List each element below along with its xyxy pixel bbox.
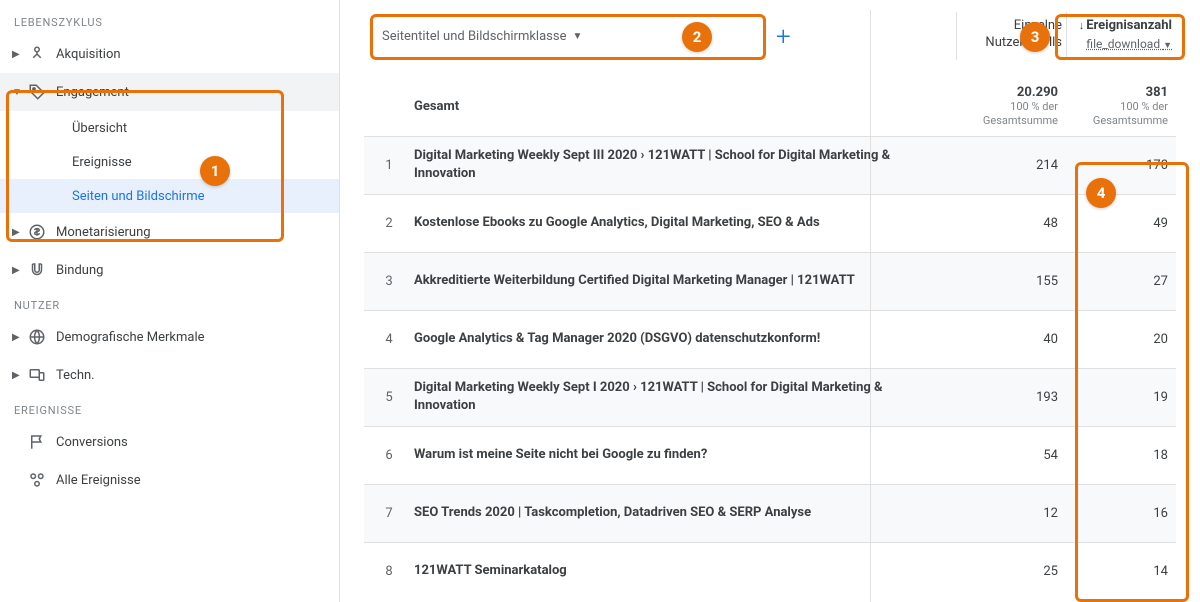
page-title-cell: Digital Marketing Weekly Sept I 2020 › 1…: [414, 371, 956, 423]
globe-icon: [28, 328, 56, 346]
page-title-cell: Warum ist meine Seite nicht bei Google z…: [414, 438, 956, 472]
scrolls-cell: 193: [956, 390, 1066, 405]
events-cell: 16: [1066, 506, 1176, 521]
rank-cell: 8: [364, 564, 414, 579]
report-main: Seitentitel und Bildschirmklasse ▼ + Ein…: [340, 0, 1200, 602]
events-cell: 27: [1066, 274, 1176, 289]
table-row[interactable]: 8121WATT Seminarkatalog2514: [364, 542, 1176, 600]
metric-name: ↓Ereignisanzahl: [1071, 18, 1172, 37]
page-title-cell: SEO Trends 2020 | Taskcompletion, Datadr…: [414, 496, 956, 530]
data-table: Gesamt 20.290 100 % der Gesamtsumme 381 …: [364, 78, 1176, 600]
scrolls-cell: 214: [956, 158, 1066, 173]
page-title-cell: Kostenlose Ebooks zu Google Analytics, D…: [414, 206, 956, 240]
sidebar-item-label: Engagement: [56, 85, 327, 100]
metric-column-events[interactable]: ↓Ereignisanzahl file_download ▼: [1066, 12, 1176, 60]
scrolls-cell: 25: [956, 564, 1066, 579]
sidebar-item-engagement[interactable]: ▼ Engagement: [0, 73, 339, 111]
add-dimension-button[interactable]: +: [766, 22, 801, 52]
page-title-cell: Digital Marketing Weekly Sept III 2020 ›…: [414, 139, 956, 191]
primary-dimension-selector[interactable]: Seitentitel und Bildschirmklasse ▼: [364, 14, 754, 60]
sidebar-item-engagement-overview[interactable]: Übersicht: [0, 111, 339, 145]
scrolls-cell: 40: [956, 332, 1066, 347]
table-row[interactable]: 2Kostenlose Ebooks zu Google Analytics, …: [364, 194, 1176, 252]
totals-label: Gesamt: [414, 90, 956, 124]
devices-icon: [28, 366, 56, 384]
primary-dimension-label: Seitentitel und Bildschirmklasse: [382, 29, 566, 44]
rank-cell: 4: [364, 332, 414, 347]
total-scrolls: 20.290 100 % der Gesamtsumme: [956, 85, 1066, 129]
rank-cell: 5: [364, 390, 414, 405]
sidebar-item-engagement-events[interactable]: Ereignisse: [0, 145, 339, 179]
table-row[interactable]: 7SEO Trends 2020 | Taskcompletion, Datad…: [364, 484, 1176, 542]
metric-column-scrolls[interactable]: Einzelne Nutzerscrolls: [956, 12, 1066, 60]
table-totals-row: Gesamt 20.290 100 % der Gesamtsumme 381 …: [364, 78, 1176, 136]
column-divider: [870, 10, 871, 602]
sidebar-item-label: Monetarisierung: [56, 225, 327, 240]
table-row[interactable]: 4Google Analytics & Tag Manager 2020 (DS…: [364, 310, 1176, 368]
rank-cell: 7: [364, 506, 414, 521]
section-header-events: Ereignisse: [0, 394, 339, 423]
sort-descending-icon: ↓: [1079, 19, 1085, 32]
scrolls-cell: 12: [956, 506, 1066, 521]
table-row[interactable]: 3Akkreditierte Weiterbildung Certified D…: [364, 252, 1176, 310]
table-row[interactable]: 6Warum ist meine Seite nicht bei Google …: [364, 426, 1176, 484]
acquisition-icon: [28, 45, 56, 63]
magnet-icon: [28, 261, 56, 279]
sidebar-item-engagement-pages[interactable]: Seiten und Bildschirme: [0, 179, 339, 213]
page-title-cell: 121WATT Seminarkatalog: [414, 554, 956, 588]
rank-cell: 3: [364, 274, 414, 289]
chevron-right-icon: ▶: [12, 332, 28, 343]
sidebar-item-acquisition[interactable]: ▶ Akquisition: [0, 35, 339, 73]
rank-cell: 2: [364, 216, 414, 231]
engagement-subnav: Übersicht Ereignisse Seiten und Bildschi…: [0, 111, 339, 213]
page-title-cell: Google Analytics & Tag Manager 2020 (DSG…: [414, 322, 956, 356]
dollar-icon: [28, 223, 56, 241]
scrolls-cell: 48: [956, 216, 1066, 231]
rank-cell: 6: [364, 448, 414, 463]
rank-cell: 1: [364, 158, 414, 173]
chevron-right-icon: ▶: [12, 49, 28, 60]
events-cell: 19: [1066, 390, 1176, 405]
total-events: 381 100 % der Gesamtsumme: [1066, 85, 1176, 129]
chevron-right-icon: ▶: [12, 370, 28, 381]
scrolls-cell: 155: [956, 274, 1066, 289]
section-header-user: Nutzer: [0, 289, 339, 318]
tag-icon: [28, 83, 56, 101]
events-cell: 49: [1066, 216, 1176, 231]
metric-headers: Einzelne Nutzerscrolls ↓Ereignisanzahl f…: [956, 12, 1176, 60]
flag-icon: [28, 433, 56, 451]
events-cell: 20: [1066, 332, 1176, 347]
sidebar-item-label: Alle Ereignisse: [56, 473, 327, 488]
sidebar-item-label: Demografische Merkmale: [56, 330, 327, 345]
dimension-metric-controls: Seitentitel und Bildschirmklasse ▼ + Ein…: [364, 12, 1176, 60]
chevron-down-icon: ▼: [1163, 41, 1172, 51]
chevron-down-icon: ▼: [572, 31, 582, 42]
metric-event-filter[interactable]: file_download ▼: [1071, 37, 1172, 51]
scrolls-cell: 54: [956, 448, 1066, 463]
table-row[interactable]: 5Digital Marketing Weekly Sept I 2020 › …: [364, 368, 1176, 426]
events-cell: 14: [1066, 564, 1176, 579]
section-header-lifecycle: Lebenszyklus: [0, 6, 339, 35]
chevron-right-icon: ▶: [12, 265, 28, 276]
metric-name: Einzelne Nutzerscrolls: [961, 18, 1062, 54]
sidebar-item-label: Bindung: [56, 263, 327, 278]
events-cell: 170: [1066, 158, 1176, 173]
sidebar-item-label: Techn.: [56, 368, 327, 383]
sidebar-item-monetization[interactable]: ▶ Monetarisierung: [0, 213, 339, 251]
sidebar-item-all-events[interactable]: Alle Ereignisse: [0, 461, 339, 499]
page-title-cell: Akkreditierte Weiterbildung Certified Di…: [414, 264, 956, 298]
table-row[interactable]: 1Digital Marketing Weekly Sept III 2020 …: [364, 136, 1176, 194]
sidebar-item-label: Akquisition: [56, 47, 327, 62]
sidebar: Lebenszyklus ▶ Akquisition ▼ Engagement …: [0, 0, 340, 602]
sidebar-item-retention[interactable]: ▶ Bindung: [0, 251, 339, 289]
sidebar-item-demographics[interactable]: ▶ Demografische Merkmale: [0, 318, 339, 356]
chevron-down-icon: ▼: [12, 87, 28, 98]
chevron-right-icon: ▶: [12, 227, 28, 238]
sidebar-item-conversions[interactable]: Conversions: [0, 423, 339, 461]
sidebar-item-label: Conversions: [56, 435, 327, 450]
events-cell: 18: [1066, 448, 1176, 463]
events-icon: [28, 471, 56, 489]
sidebar-item-tech[interactable]: ▶ Techn.: [0, 356, 339, 394]
